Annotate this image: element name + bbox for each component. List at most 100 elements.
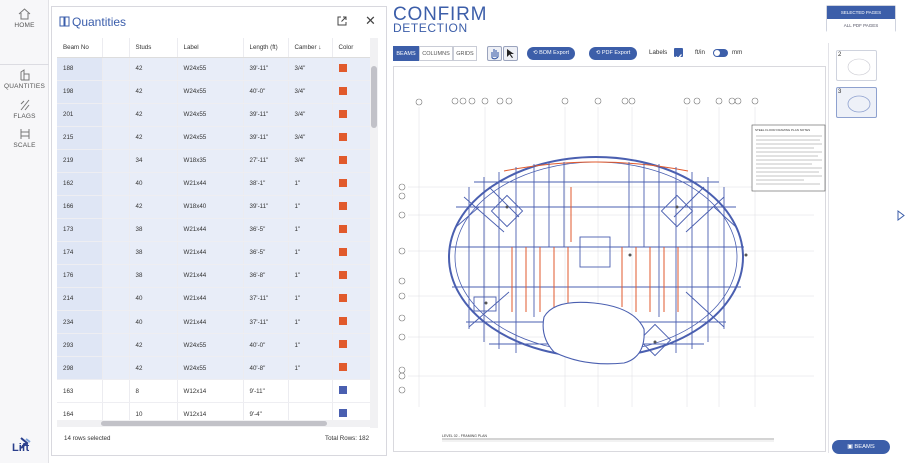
horizontal-scroll-thumb[interactable] xyxy=(101,421,327,426)
color-swatch xyxy=(338,178,347,187)
table-row[interactable]: 293 42 W24x55 40'-0" 1" xyxy=(57,333,377,358)
nav-scale[interactable]: SCALE xyxy=(0,128,49,149)
cell-length: 40'-0" xyxy=(243,333,289,358)
tab-columns[interactable]: COLUMNS xyxy=(419,46,453,61)
cell-length: 39'-11" xyxy=(243,126,289,150)
cell-camber xyxy=(288,379,333,404)
select-pointer-button[interactable] xyxy=(503,46,518,61)
cell-beam-no: 163 xyxy=(57,379,103,404)
table-row[interactable]: 198 42 W24x55 40'-0" 3/4" xyxy=(57,80,377,104)
cell-length: 40'-8" xyxy=(243,356,289,381)
table-row[interactable]: 188 42 W24x55 39'-11" 3/4" xyxy=(57,57,377,81)
labels-text: Labels xyxy=(649,49,668,56)
cell-label: W21x44 xyxy=(177,287,244,312)
table-row[interactable]: 219 34 W18x35 27'-11" 3/4" xyxy=(57,149,377,173)
cell-camber: 3/4" xyxy=(288,57,333,81)
cell-length: 9'-11" xyxy=(243,379,289,404)
labels-checkbox[interactable] xyxy=(674,48,683,60)
cell-blank xyxy=(102,195,130,219)
table-row[interactable]: 234 40 W21x44 37'-11" 1" xyxy=(57,310,377,335)
all-pdf-pages-button[interactable]: ALL PDF PAGES xyxy=(827,19,895,32)
vertical-scroll-thumb[interactable] xyxy=(371,66,377,128)
cell-studs: 42 xyxy=(129,356,178,381)
cell-studs: 42 xyxy=(129,195,178,219)
page-thumbnail[interactable]: 3 xyxy=(836,87,877,118)
cell-beam-no: 298 xyxy=(57,356,103,381)
cell-studs: 42 xyxy=(129,126,178,150)
col-header-camber[interactable]: Camber ↓ xyxy=(288,38,333,58)
tab-grids[interactable]: GRIDS xyxy=(453,46,477,61)
horizontal-scrollbar[interactable] xyxy=(57,420,370,427)
cell-label: W24x55 xyxy=(177,80,244,104)
nav-flags[interactable]: FLAGS xyxy=(0,99,49,120)
tab-beams[interactable]: BEAMS xyxy=(393,46,419,61)
nav-flags-label: FLAGS xyxy=(13,113,36,120)
cell-studs: 42 xyxy=(129,57,178,81)
table-header-row: Beam No Studs Label Length (ft) Camber ↓… xyxy=(57,38,377,58)
nav-quantities[interactable]: QUANTITIES xyxy=(0,69,49,90)
unit-mm-label: mm xyxy=(732,49,743,56)
cell-blank xyxy=(102,310,130,335)
cell-label: W21x44 xyxy=(177,172,244,196)
cell-beam-no: 166 xyxy=(57,195,103,219)
nav-home[interactable]: HOME xyxy=(0,8,49,29)
table-row[interactable]: 215 42 W24x55 39'-11" 3/4" xyxy=(57,126,377,150)
cell-label: W24x55 xyxy=(177,103,244,127)
cell-blank xyxy=(102,218,130,242)
thumbnail-number: 2 xyxy=(838,52,842,58)
cell-length: 36'-8" xyxy=(243,264,289,288)
cell-blank xyxy=(102,172,130,196)
pan-button[interactable] xyxy=(487,46,502,61)
table-row[interactable]: 298 42 W24x55 40'-8" 1" xyxy=(57,356,377,381)
table-row[interactable]: 214 40 W21x44 37'-11" 1" xyxy=(57,287,377,312)
popout-icon[interactable] xyxy=(337,16,347,26)
pdf-export-button[interactable]: ⟲ PDF Export xyxy=(589,47,637,60)
cell-label: W18x40 xyxy=(177,195,244,219)
selected-pages-button[interactable]: SELECTED PAGES xyxy=(827,6,895,19)
table-row[interactable]: 163 8 W12x14 9'-11" xyxy=(57,379,377,404)
color-swatch xyxy=(338,132,347,141)
quantities-table: Beam No Studs Label Length (ft) Camber ↓… xyxy=(57,38,379,428)
unit-toggle[interactable] xyxy=(713,49,728,57)
cell-beam-no: 173 xyxy=(57,218,103,242)
table-row[interactable]: 173 38 W21x44 36'-5" 1" xyxy=(57,218,377,242)
col-header-studs[interactable]: Studs xyxy=(129,38,178,58)
table-row[interactable]: 166 42 W18x40 39'-11" 1" xyxy=(57,195,377,219)
cell-camber: 1" xyxy=(288,333,333,358)
quantities-panel: Quantities ✕ Beam No Studs Label Length … xyxy=(51,6,387,456)
logo-text: Lift xyxy=(12,442,30,454)
nav-home-label: HOME xyxy=(14,22,35,29)
cell-studs: 42 xyxy=(129,333,178,358)
cell-studs: 38 xyxy=(129,241,178,265)
cell-blank xyxy=(102,287,130,312)
cell-label: W24x55 xyxy=(177,356,244,381)
color-swatch xyxy=(338,201,347,210)
cell-beam-no: 198 xyxy=(57,80,103,104)
next-page-arrow-icon[interactable] xyxy=(896,210,906,221)
col-header-beam-no[interactable]: Beam No xyxy=(57,38,103,58)
col-header-label[interactable]: Label xyxy=(177,38,244,58)
table-row[interactable]: 162 40 W21x44 38'-1" 1" xyxy=(57,172,377,196)
close-icon[interactable]: ✕ xyxy=(365,14,376,27)
nav-scale-label: SCALE xyxy=(13,142,36,149)
bom-export-label: BOM Export xyxy=(539,50,570,56)
beams-button[interactable]: ▣ BEAMS xyxy=(832,440,890,454)
cell-camber: 1" xyxy=(288,310,333,335)
table-row[interactable]: 176 38 W21x44 36'-8" 1" xyxy=(57,264,377,288)
table-row[interactable]: 174 38 W21x44 36'-5" 1" xyxy=(57,241,377,265)
page-thumbnails: 2 3 xyxy=(828,43,878,453)
vertical-scrollbar[interactable] xyxy=(370,38,378,428)
cell-label: W21x44 xyxy=(177,218,244,242)
color-swatch xyxy=(338,109,347,118)
bom-export-button[interactable]: ⟲ BOM Export xyxy=(527,47,575,60)
cell-camber: 3/4" xyxy=(288,126,333,150)
page-thumbnail[interactable]: 2 xyxy=(836,50,877,81)
cell-studs: 40 xyxy=(129,172,178,196)
beams-button-label: BEAMS xyxy=(854,444,875,450)
cell-length: 36'-5" xyxy=(243,218,289,242)
table-row[interactable]: 201 42 W24x55 39'-11" 3/4" xyxy=(57,103,377,127)
drawing-viewer[interactable]: STEEL FLOOR FRAMING PLAN NOTES LEVEL 02 … xyxy=(393,66,826,452)
col-header-length[interactable]: Length (ft) xyxy=(243,38,289,58)
cell-studs: 38 xyxy=(129,264,178,288)
cell-studs: 42 xyxy=(129,80,178,104)
